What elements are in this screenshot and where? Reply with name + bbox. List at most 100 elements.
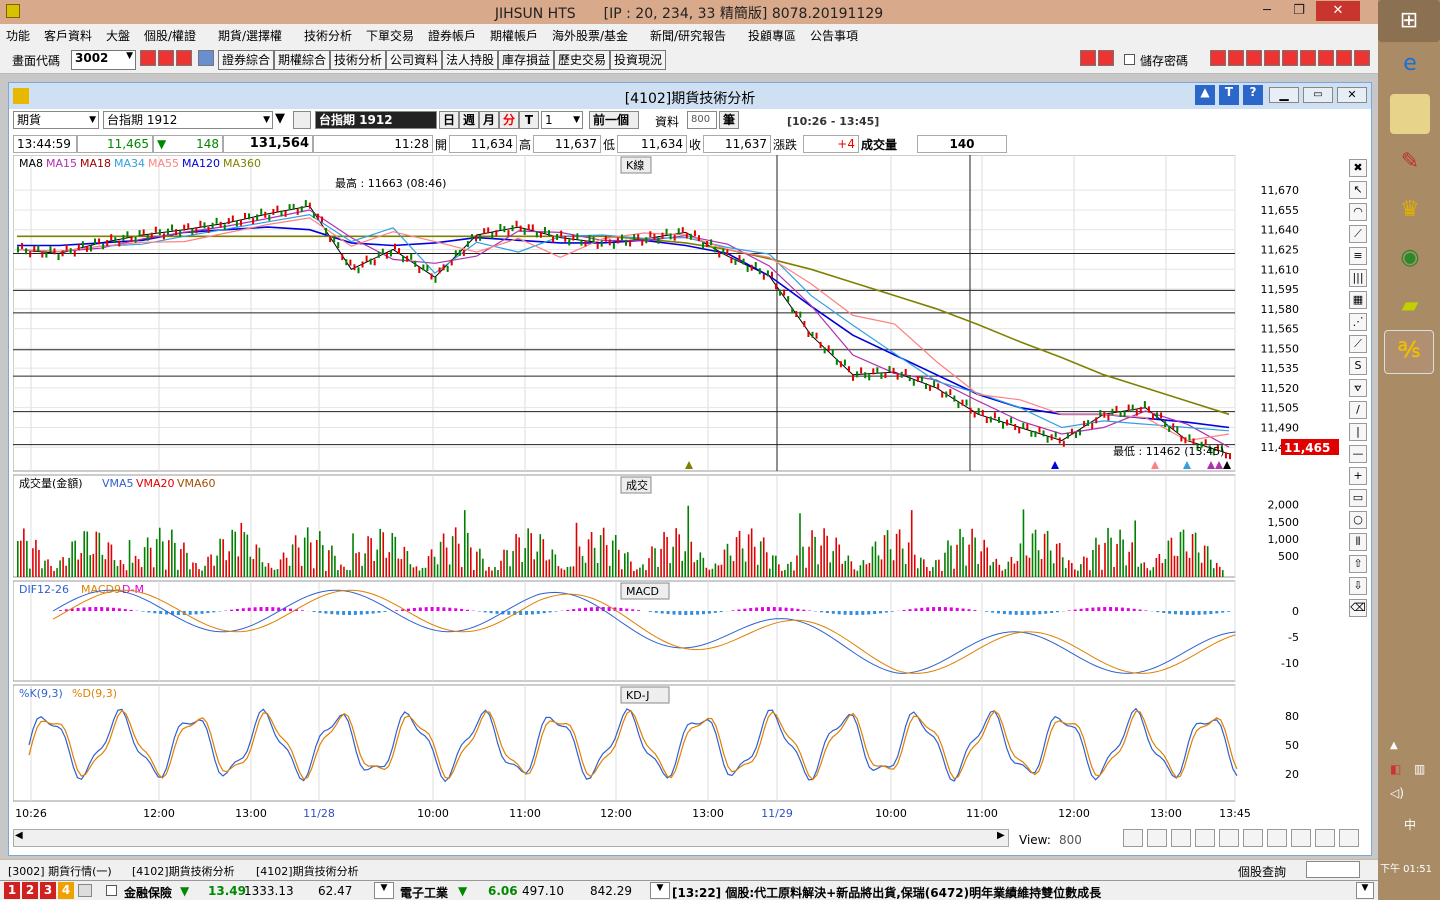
help-icon[interactable]: ? — [1243, 85, 1263, 105]
status-tab[interactable]: [4102]期貨技術分析 — [256, 863, 359, 879]
status-tab[interactable]: [3002] 期貨行情(一) — [8, 863, 112, 879]
draw-tool-icon[interactable]: ▦ — [1349, 291, 1367, 309]
code-input[interactable]: 3002 ▼ — [71, 50, 136, 70]
scroll-right-icon[interactable]: ▶ — [997, 830, 1005, 841]
menu-item[interactable]: 技術分析 — [304, 27, 352, 44]
draw-tool-icon[interactable]: ⟋ — [1349, 335, 1367, 353]
chart-option-icon[interactable] — [1171, 829, 1191, 847]
prev-arrow-icon[interactable] — [1080, 50, 1096, 66]
toolbar-tool-icon[interactable] — [1336, 50, 1352, 66]
menu-item[interactable]: 新聞/研究報告 — [650, 27, 726, 44]
toolbar-tool-icon[interactable] — [1318, 50, 1334, 66]
ie-icon[interactable]: e — [1390, 44, 1430, 84]
up-icon[interactable]: ▲ — [1195, 85, 1215, 105]
draw-tool-icon[interactable]: ||| — [1349, 269, 1367, 287]
ticker-checkbox[interactable] — [106, 885, 117, 896]
ticker-page-button[interactable]: 3 — [40, 882, 56, 899]
horizontal-scrollbar[interactable] — [13, 829, 1009, 847]
menu-item[interactable]: 客戶資料 — [44, 27, 92, 44]
toolbar-tool-icon[interactable] — [1228, 50, 1244, 66]
tray-app-icon[interactable]: ◧ — [1390, 762, 1401, 776]
chevron-down-icon[interactable] — [198, 50, 214, 66]
chrome-icon[interactable]: ◉ — [1390, 238, 1430, 278]
crown-icon[interactable]: ♛ — [1390, 190, 1430, 230]
toolbar-tool-icon[interactable] — [1264, 50, 1280, 66]
toolbar-button[interactable]: 投資現況 — [610, 50, 667, 70]
toolbar-button[interactable]: 公司資料 — [386, 50, 443, 70]
toolbar-tool-icon[interactable] — [1246, 50, 1262, 66]
lock-icon[interactable] — [78, 884, 92, 897]
period-button[interactable]: 日 — [439, 111, 459, 129]
menu-item[interactable]: 下單交易 — [366, 27, 414, 44]
next-arrow-icon[interactable] — [1098, 50, 1114, 66]
period-value-select[interactable]: 1 ▼ — [541, 111, 583, 129]
network-icon[interactable]: ▥ — [1414, 762, 1425, 776]
draw-tool-icon[interactable]: ✖ — [1349, 159, 1367, 177]
t-icon[interactable]: T — [1219, 85, 1239, 105]
period-button[interactable]: 月 — [479, 111, 499, 129]
period-button[interactable]: 分 — [499, 111, 519, 129]
chart-area[interactable]: 11,670 11,655 11,640 11,625 11,610 11,595 11,5… — [13, 155, 1343, 825]
toolbar-tool-icon[interactable] — [1300, 50, 1316, 66]
minimize-icon[interactable]: ─ — [1252, 1, 1282, 21]
menu-item[interactable]: 期權帳戶 — [490, 27, 538, 44]
chart-option-icon[interactable] — [1195, 829, 1215, 847]
save-password-checkbox[interactable] — [1124, 54, 1135, 65]
period-button[interactable]: 週 — [459, 111, 479, 129]
notes-icon[interactable]: ▰ — [1390, 286, 1430, 326]
menu-item[interactable]: 公告事項 — [810, 27, 858, 44]
ticker-select2[interactable]: ▼ — [650, 882, 670, 899]
chart-option-icon[interactable] — [1123, 829, 1143, 847]
ticker-page-button[interactable]: 4 — [58, 882, 74, 899]
menu-item[interactable]: 投顧專區 — [748, 27, 796, 44]
child-restore-icon[interactable]: ▭ — [1303, 87, 1333, 103]
toolbar-button[interactable]: 期權綜合 — [274, 50, 331, 70]
menu-item[interactable]: 證券帳戶 — [428, 27, 476, 44]
child-close-icon[interactable]: ✕ — [1337, 87, 1367, 103]
product-select[interactable]: 台指期 1912 ▼ — [103, 111, 273, 129]
stock-query-input[interactable] — [1306, 861, 1360, 878]
draw-tool-icon[interactable]: ⫴ — [1349, 533, 1367, 551]
ticker-news[interactable]: [13:22] 個股:代工原料解決+新品將出貨,保瑞(6472)明年業績維持雙位… — [672, 884, 1101, 900]
chart-option-icon[interactable] — [1315, 829, 1335, 847]
menu-item[interactable]: 功能 — [6, 27, 30, 44]
dropdown-arrow-icon[interactable]: ▼ — [275, 111, 285, 126]
magnifier-icon[interactable] — [293, 111, 311, 129]
ticker-page-button[interactable]: 2 — [22, 882, 38, 899]
draw-tool-icon[interactable]: ⇧ — [1349, 555, 1367, 573]
toolbar-tool-icon[interactable] — [1282, 50, 1298, 66]
restore-icon[interactable]: ❐ — [1284, 1, 1314, 21]
ticker-page-button[interactable]: 1 — [4, 882, 20, 899]
menu-item[interactable]: 個股/權證 — [144, 27, 196, 44]
scroll-left-icon[interactable]: ◀ — [15, 830, 23, 841]
draw-tool-icon[interactable]: S — [1349, 357, 1367, 375]
chart-option-icon[interactable] — [1243, 829, 1263, 847]
prev-button[interactable]: 前一個 — [589, 111, 639, 129]
start-icon[interactable]: ⊞ — [1378, 0, 1440, 42]
toolbar-button[interactable]: 技術分析 — [330, 50, 387, 70]
draw-tool-icon[interactable]: ⦡ — [1349, 379, 1367, 397]
chart-option-icon[interactable] — [1339, 829, 1359, 847]
volume-icon[interactable]: ◁) — [1390, 786, 1404, 800]
draw-tool-icon[interactable]: ○ — [1349, 511, 1367, 529]
news-select[interactable]: ▼ — [1356, 882, 1374, 899]
draw-tool-icon[interactable]: ↖ — [1349, 181, 1367, 199]
chart-option-icon[interactable] — [1291, 829, 1311, 847]
menu-item[interactable]: 海外股票/基金 — [552, 27, 628, 44]
draw-tool-icon[interactable]: — — [1349, 445, 1367, 463]
chart-option-icon[interactable] — [1147, 829, 1167, 847]
search-icon[interactable] — [140, 50, 156, 66]
child-minimize-icon[interactable]: ▁ — [1269, 87, 1299, 103]
data-count-input[interactable]: 800 — [687, 111, 717, 129]
draw-tool-icon[interactable]: ⟋ — [1349, 225, 1367, 243]
draw-tool-icon[interactable]: + — [1349, 467, 1367, 485]
period-button[interactable]: T — [519, 111, 539, 129]
close-icon[interactable]: ✕ — [1316, 1, 1360, 21]
jihsun-task-icon[interactable]: ℁ — [1384, 330, 1434, 374]
draw-tool-icon[interactable]: ⋰ — [1349, 313, 1367, 331]
ticker-select1[interactable]: ▼ — [374, 882, 394, 899]
draw-tool-icon[interactable]: ≡ — [1349, 247, 1367, 265]
toolbar-button[interactable]: 歷史交易 — [554, 50, 611, 70]
draw-tool-icon[interactable]: ⌫ — [1349, 599, 1367, 617]
tray-up-icon[interactable]: ▲ — [1390, 740, 1398, 751]
